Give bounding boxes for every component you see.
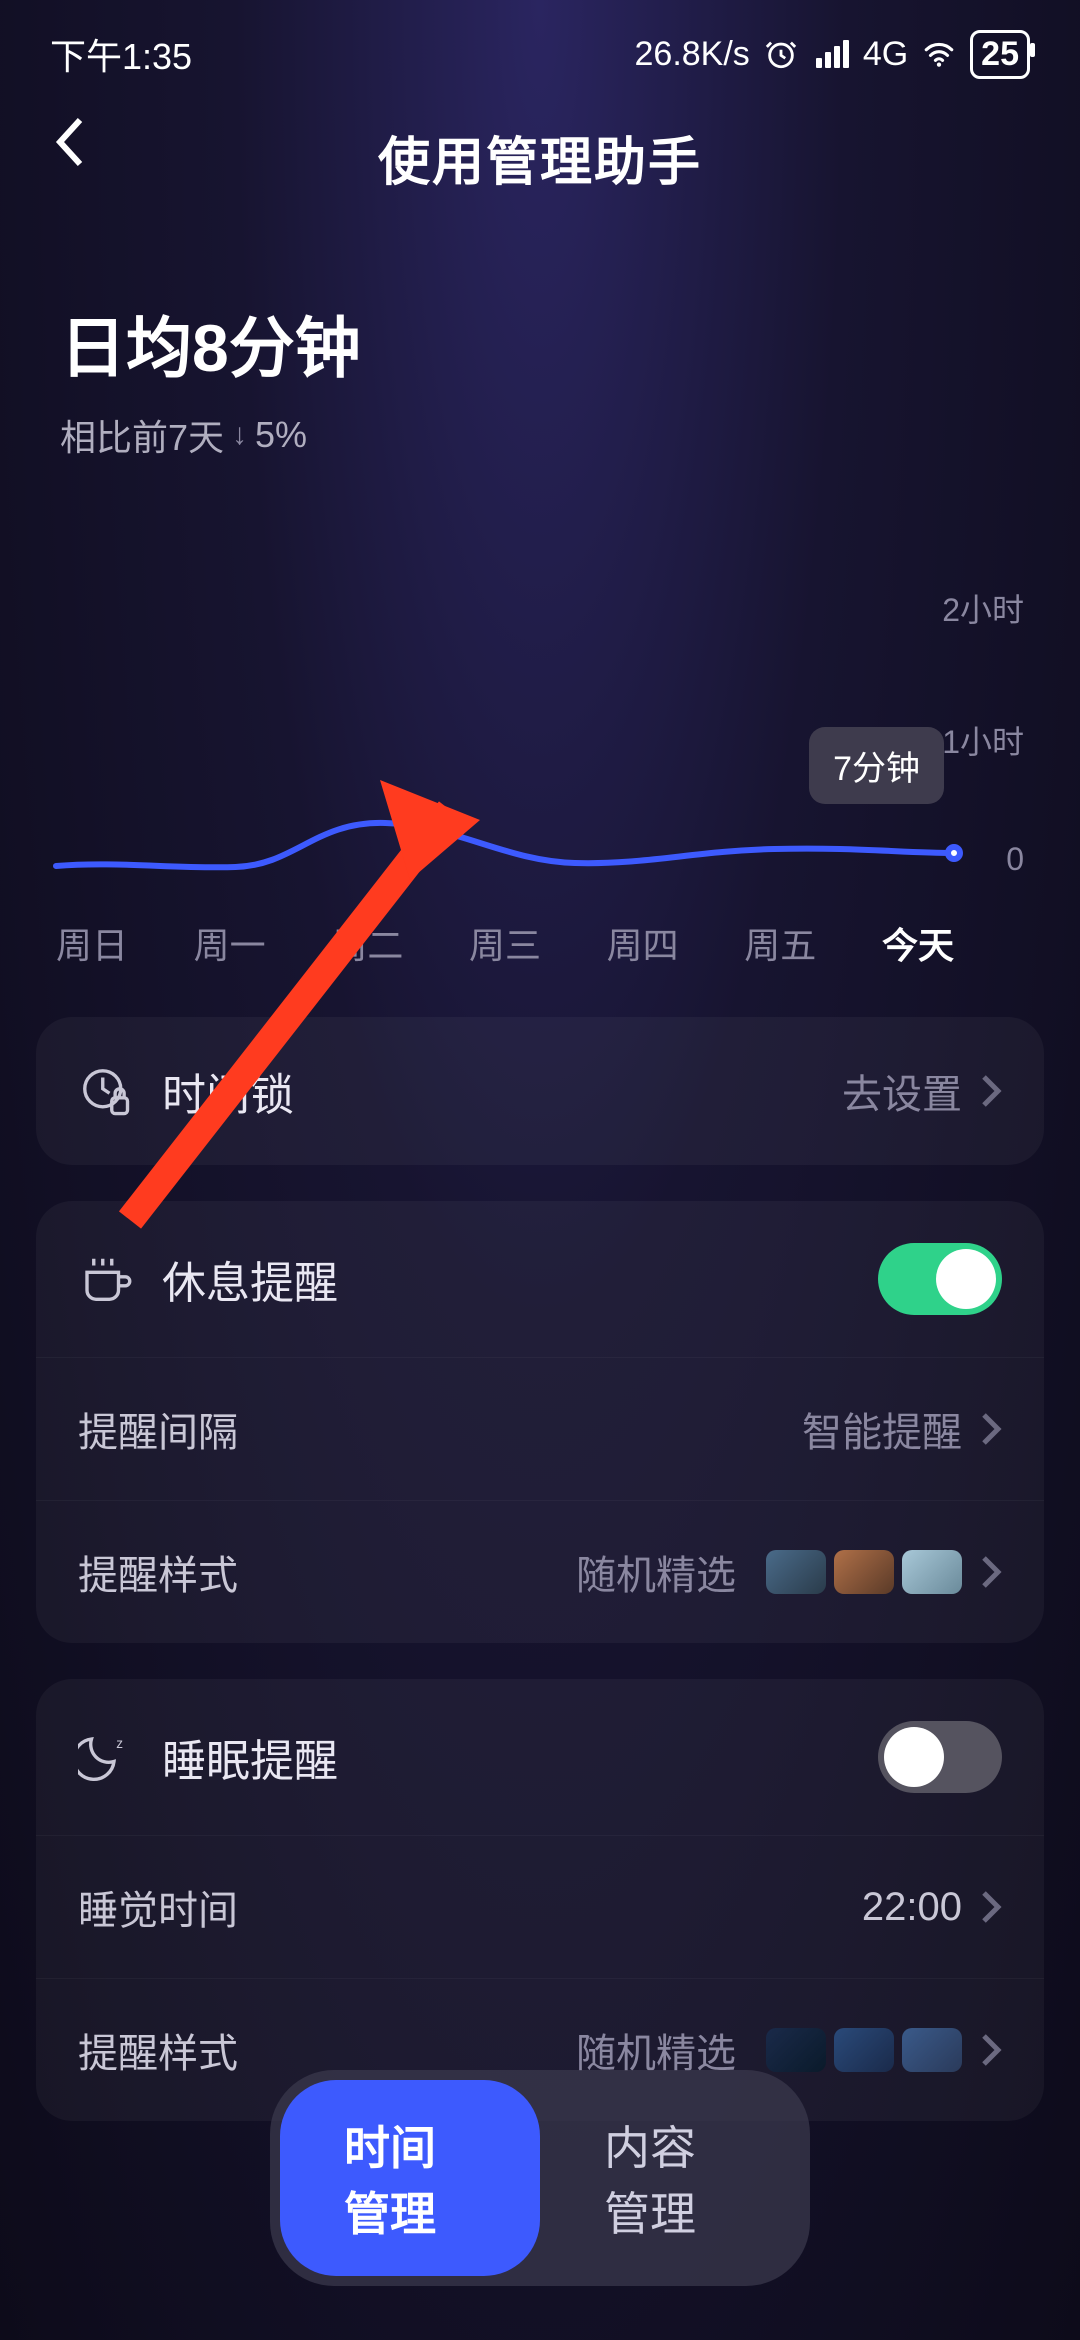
- usage-summary: 日均8分钟 相比前7天 ↓ 5%: [0, 235, 1080, 481]
- chevron-right-icon: [980, 1073, 1002, 1109]
- rest-interval-key: 提醒间隔: [78, 1400, 238, 1458]
- summary-compare: 相比前7天 ↓ 5%: [60, 409, 1020, 461]
- page-title: 使用管理助手: [378, 120, 702, 195]
- thumbnail-icon: [834, 2028, 894, 2072]
- rest-style-key: 提醒样式: [78, 1543, 238, 1601]
- chart-ytick-1h: 1小时: [942, 717, 1024, 763]
- chart-x-3[interactable]: 周三: [469, 917, 541, 969]
- alarm-icon: [764, 37, 798, 71]
- sleep-reminder-row: z 睡眠提醒: [36, 1679, 1044, 1835]
- status-network-type: 4G: [863, 35, 908, 74]
- rest-style-value: 随机精选: [576, 1543, 736, 1601]
- rest-reminder-row: 休息提醒: [36, 1201, 1044, 1357]
- rest-reminder-card: 休息提醒 提醒间隔 智能提醒 提醒样式 随机精选: [36, 1201, 1044, 1643]
- summary-heading: 日均8分钟: [60, 295, 1020, 391]
- app-header: 使用管理助手: [0, 90, 1080, 235]
- status-time: 下午1:35: [50, 28, 192, 80]
- chart-x-4[interactable]: 周四: [607, 917, 679, 969]
- sleep-reminder-toggle[interactable]: [878, 1721, 1002, 1793]
- sleep-time-row[interactable]: 睡觉时间 22:00: [36, 1835, 1044, 1978]
- chevron-right-icon: [980, 1889, 1002, 1925]
- usage-chart: 2小时 1小时 0 7分钟 周日 周一 周二 周三 周四 周五 今天: [36, 521, 1044, 981]
- thumbnail-icon: [766, 2028, 826, 2072]
- chart-x-5[interactable]: 周五: [744, 917, 816, 969]
- wifi-icon: [922, 37, 956, 71]
- status-bar: 下午1:35 26.8K/s 4G 25: [0, 0, 1080, 90]
- chart-x-2[interactable]: 周二: [331, 917, 403, 969]
- chart-active-point: [945, 844, 963, 862]
- time-lock-icon: [78, 1064, 132, 1118]
- battery-level: 25: [981, 35, 1019, 74]
- sleep-style-key: 提醒样式: [78, 2021, 238, 2079]
- time-lock-card: 时间锁 去设置: [36, 1017, 1044, 1165]
- bottom-tab-bar: 时间管理 内容管理: [270, 2070, 810, 2286]
- chart-x-1[interactable]: 周一: [194, 917, 266, 969]
- chart-line: [56, 811, 954, 911]
- chart-x-axis: 周日 周一 周二 周三 周四 周五 今天: [56, 917, 954, 969]
- cup-icon: [78, 1252, 132, 1306]
- chart-x-0[interactable]: 周日: [56, 917, 128, 969]
- battery-indicator: 25: [970, 30, 1030, 79]
- chart-ytick-0: 0: [1006, 841, 1024, 878]
- rest-style-row[interactable]: 提醒样式 随机精选: [36, 1500, 1044, 1643]
- time-lock-action: 去设置: [842, 1062, 962, 1120]
- tab-content-management[interactable]: 内容管理: [540, 2080, 800, 2276]
- moon-icon: z: [78, 1730, 132, 1784]
- back-button[interactable]: [50, 114, 90, 175]
- sleep-time-key: 睡觉时间: [78, 1878, 238, 1936]
- chart-tooltip: 7分钟: [809, 727, 944, 804]
- sleep-style-thumbs: [766, 2028, 962, 2072]
- rest-style-thumbs: [766, 1550, 962, 1594]
- signal-icon: [816, 40, 849, 68]
- summary-compare-delta: 5%: [255, 414, 307, 456]
- rest-interval-value: 智能提醒: [802, 1400, 962, 1458]
- thumbnail-icon: [834, 1550, 894, 1594]
- chevron-right-icon: [980, 1411, 1002, 1447]
- thumbnail-icon: [902, 2028, 962, 2072]
- tab-time-management[interactable]: 时间管理: [280, 2080, 540, 2276]
- chevron-left-icon: [50, 114, 90, 170]
- sleep-reminder-label: 睡眠提醒: [162, 1725, 338, 1789]
- svg-text:z: z: [116, 1736, 123, 1751]
- rest-reminder-label: 休息提醒: [162, 1247, 338, 1311]
- status-right: 26.8K/s 4G 25: [635, 30, 1031, 79]
- status-network-speed: 26.8K/s: [635, 35, 750, 74]
- rest-reminder-toggle[interactable]: [878, 1243, 1002, 1315]
- thumbnail-icon: [766, 1550, 826, 1594]
- summary-compare-prefix: 相比前7天: [60, 409, 224, 461]
- time-lock-label: 时间锁: [162, 1059, 294, 1123]
- chart-x-6[interactable]: 今天: [882, 917, 954, 969]
- thumbnail-icon: [902, 1550, 962, 1594]
- chevron-right-icon: [980, 1554, 1002, 1590]
- chart-ytick-2h: 2小时: [942, 585, 1024, 631]
- chevron-right-icon: [980, 2032, 1002, 2068]
- trend-down-icon: ↓: [232, 418, 247, 452]
- rest-interval-row[interactable]: 提醒间隔 智能提醒: [36, 1357, 1044, 1500]
- sleep-time-value: 22:00: [862, 1885, 962, 1930]
- sleep-reminder-card: z 睡眠提醒 睡觉时间 22:00 提醒样式 随机精选: [36, 1679, 1044, 2121]
- time-lock-row[interactable]: 时间锁 去设置: [36, 1017, 1044, 1165]
